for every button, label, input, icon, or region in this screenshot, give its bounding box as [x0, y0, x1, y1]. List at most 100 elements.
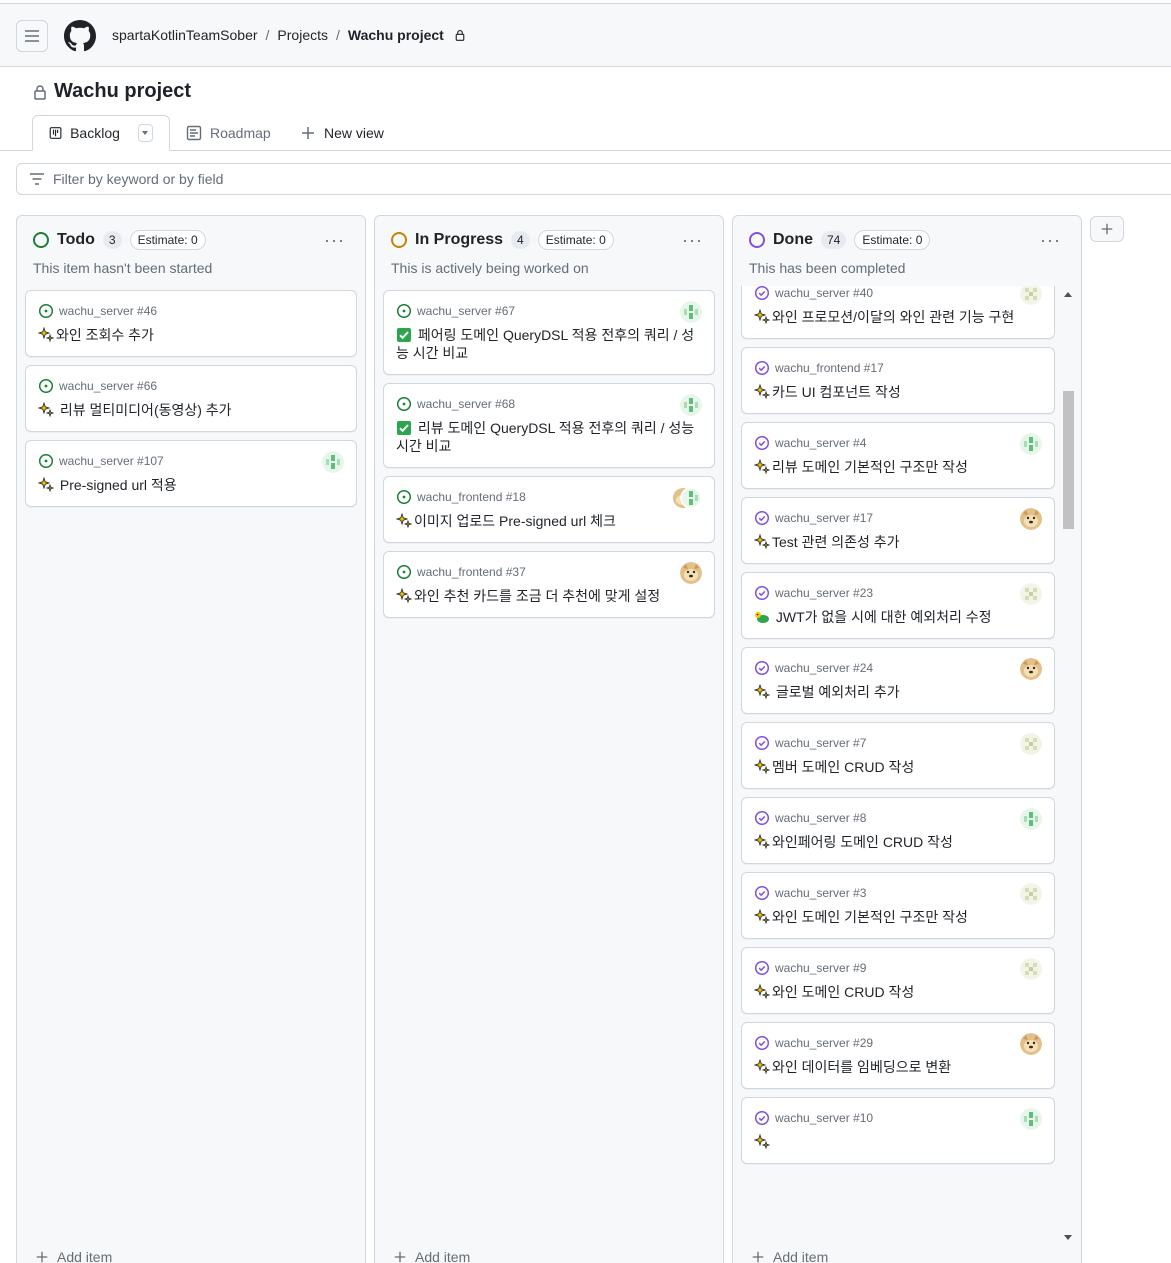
- assignee-avatar[interactable]: [1020, 1033, 1042, 1055]
- issue-reference[interactable]: wachu_frontend #17: [775, 361, 884, 375]
- scroll-up-arrow-icon[interactable]: [1064, 292, 1072, 297]
- column-menu-kebab-icon[interactable]: ···: [1040, 230, 1061, 251]
- issue-title[interactable]: 카드 UI 컴포넌트 작성: [754, 383, 1042, 401]
- issue-reference[interactable]: wachu_server #40: [775, 286, 873, 300]
- assignee-avatar[interactable]: [1020, 286, 1042, 305]
- issue-card[interactable]: wachu_server #40 와인 프로모션/이달의 와인 관련 기능 구현: [741, 286, 1055, 339]
- issue-card[interactable]: wachu_server #7 멤버 도메인 CRUD 작성: [741, 722, 1055, 789]
- issue-reference[interactable]: wachu_server #68: [417, 397, 515, 411]
- issue-title[interactable]: JWT가 없을 시에 대한 예외처리 수정: [754, 608, 1042, 626]
- assignee-avatar[interactable]: [322, 451, 344, 473]
- issue-reference[interactable]: wachu_server #9: [775, 961, 866, 975]
- issue-title[interactable]: 와인 추천 카드를 조금 더 추천에 맞게 설정: [396, 587, 702, 605]
- breadcrumb-projects[interactable]: Projects: [277, 27, 328, 43]
- add-column-button[interactable]: [1090, 216, 1124, 242]
- issue-reference[interactable]: wachu_server #17: [775, 511, 873, 525]
- issue-card[interactable]: wachu_server #24 글로벌 예외처리 추가: [741, 647, 1055, 714]
- issue-title[interactable]: [754, 1133, 1042, 1151]
- issue-reference[interactable]: wachu_server #10: [775, 1111, 873, 1125]
- issue-card[interactable]: wachu_frontend #37 와인 추천 카드를 조금 더 추천에 맞게 …: [383, 551, 715, 618]
- issue-title[interactable]: Test 관련 의존성 추가: [754, 533, 1042, 551]
- issue-title[interactable]: 와인 조회수 추가: [38, 326, 344, 344]
- column-description: This item hasn't been started: [33, 260, 213, 276]
- issue-title[interactable]: 와인 프로모션/이달의 와인 관련 기능 구현: [754, 308, 1042, 326]
- issue-card[interactable]: wachu_server #68 리뷰 도메인 QueryDSL 적용 전후의 …: [383, 383, 715, 468]
- issue-title[interactable]: 리뷰 도메인 QueryDSL 적용 전후의 쿼리 / 성능 시간 비교: [396, 419, 702, 455]
- issue-card[interactable]: wachu_server #66 리뷰 멀티미디어(동영상) 추가: [25, 365, 357, 432]
- assignee-avatar[interactable]: [680, 562, 702, 584]
- scrollbar[interactable]: [1061, 286, 1075, 1246]
- issue-card[interactable]: wachu_server #10: [741, 1097, 1055, 1164]
- sparkles-icon: [754, 309, 770, 325]
- assignee-avatar[interactable]: [1020, 958, 1042, 980]
- filter-input[interactable]: Filter by keyword or by field: [16, 163, 1171, 195]
- issue-card[interactable]: wachu_frontend #18 이미지 업로드 Pre-signed url…: [383, 476, 715, 543]
- issue-reference[interactable]: wachu_server #4: [775, 436, 866, 450]
- issue-card[interactable]: wachu_server #107 Pre-signed url 적용: [25, 440, 357, 507]
- assignee-avatars[interactable]: [672, 487, 702, 509]
- issue-title[interactable]: 페어링 도메인 QueryDSL 적용 전후의 쿼리 / 성능 시간 비교: [396, 326, 702, 362]
- tab-new-view[interactable]: New view: [300, 115, 384, 151]
- sparkles-icon: [38, 477, 54, 493]
- issue-card[interactable]: wachu_server #3 와인 도메인 기본적인 구조만 작성: [741, 872, 1055, 939]
- assignee-avatar[interactable]: [1020, 658, 1042, 680]
- github-logo-icon[interactable]: [64, 20, 96, 52]
- issue-reference[interactable]: wachu_server #3: [775, 886, 866, 900]
- column-menu-kebab-icon[interactable]: ···: [324, 230, 345, 251]
- issue-card[interactable]: wachu_server #17 Test 관련 의존성 추가: [741, 497, 1055, 564]
- tab-dropdown-button[interactable]: [137, 124, 153, 142]
- issue-reference[interactable]: wachu_frontend #18: [417, 490, 526, 504]
- issue-reference[interactable]: wachu_server #66: [59, 379, 157, 393]
- issue-title-text: 와인 프로모션/이달의 와인 관련 기능 구현: [772, 309, 1015, 325]
- issue-card[interactable]: wachu_server #23 JWT가 없을 시에 대한 예외처리 수정: [741, 572, 1055, 639]
- issue-reference[interactable]: wachu_server #29: [775, 1036, 873, 1050]
- scrollbar-thumb[interactable]: [1063, 391, 1074, 529]
- assignee-avatar[interactable]: [680, 301, 702, 323]
- issue-title-text: 와인 조회수 추가: [56, 327, 154, 343]
- issue-card[interactable]: wachu_server #29 와인 데이터를 임베딩으로 변환: [741, 1022, 1055, 1089]
- add-item-button[interactable]: Add item: [751, 1240, 828, 1263]
- issue-title[interactable]: 와인 데이터를 임베딩으로 변환: [754, 1058, 1042, 1076]
- scroll-down-arrow-icon[interactable]: [1064, 1235, 1072, 1240]
- issue-reference[interactable]: wachu_server #24: [775, 661, 873, 675]
- assignee-avatar[interactable]: [1020, 733, 1042, 755]
- issue-title[interactable]: 리뷰 도메인 기본적인 구조만 작성: [754, 458, 1042, 476]
- issue-title[interactable]: 와인 도메인 CRUD 작성: [754, 983, 1042, 1001]
- issue-title[interactable]: 와인페어링 도메인 CRUD 작성: [754, 833, 1042, 851]
- issue-reference[interactable]: wachu_frontend #37: [417, 565, 526, 579]
- assignee-avatar[interactable]: [680, 394, 702, 416]
- column-menu-kebab-icon[interactable]: ···: [682, 230, 703, 251]
- issue-reference[interactable]: wachu_server #23: [775, 586, 873, 600]
- issue-card[interactable]: wachu_server #4 리뷰 도메인 기본적인 구조만 작성: [741, 422, 1055, 489]
- issue-title[interactable]: 글로벌 예외처리 추가: [754, 683, 1042, 701]
- breadcrumb-org[interactable]: spartaKotlinTeamSober: [112, 27, 258, 43]
- issue-reference[interactable]: wachu_server #8: [775, 811, 866, 825]
- issue-card[interactable]: wachu_server #8 와인페어링 도메인 CRUD 작성: [741, 797, 1055, 864]
- issue-title[interactable]: 멤버 도메인 CRUD 작성: [754, 758, 1042, 776]
- add-item-button[interactable]: Add item: [35, 1240, 112, 1263]
- issue-reference[interactable]: wachu_server #46: [59, 304, 157, 318]
- assignee-avatar[interactable]: [1020, 883, 1042, 905]
- assignee-avatar[interactable]: [1020, 508, 1042, 530]
- assignee-avatar[interactable]: [1020, 808, 1042, 830]
- issue-card[interactable]: wachu_server #67 페어링 도메인 QueryDSL 적용 전후의…: [383, 290, 715, 375]
- menu-button[interactable]: [16, 20, 48, 52]
- issue-card[interactable]: wachu_server #46 와인 조회수 추가: [25, 290, 357, 357]
- issue-title[interactable]: 리뷰 멀티미디어(동영상) 추가: [38, 401, 344, 419]
- tab-backlog[interactable]: Backlog: [32, 115, 170, 151]
- assignee-avatar[interactable]: [1020, 583, 1042, 605]
- assignee-avatar[interactable]: [1020, 1108, 1042, 1130]
- card-scroll-area[interactable]: wachu_server #40 와인 프로모션/이달의 와인 관련 기능 구현 w…: [741, 286, 1055, 1248]
- tab-roadmap[interactable]: Roadmap: [186, 115, 271, 151]
- issue-title[interactable]: 이미지 업로드 Pre-signed url 체크: [396, 512, 702, 530]
- breadcrumb-current[interactable]: Wachu project: [348, 27, 444, 43]
- assignee-avatar[interactable]: [1020, 433, 1042, 455]
- issue-reference[interactable]: wachu_server #107: [59, 454, 164, 468]
- issue-title[interactable]: Pre-signed url 적용: [38, 476, 344, 494]
- issue-title[interactable]: 와인 도메인 기본적인 구조만 작성: [754, 908, 1042, 926]
- issue-card[interactable]: wachu_frontend #17 카드 UI 컴포넌트 작성: [741, 347, 1055, 414]
- add-item-button[interactable]: Add item: [393, 1240, 470, 1263]
- issue-card[interactable]: wachu_server #9 와인 도메인 CRUD 작성: [741, 947, 1055, 1014]
- issue-reference[interactable]: wachu_server #7: [775, 736, 866, 750]
- issue-reference[interactable]: wachu_server #67: [417, 304, 515, 318]
